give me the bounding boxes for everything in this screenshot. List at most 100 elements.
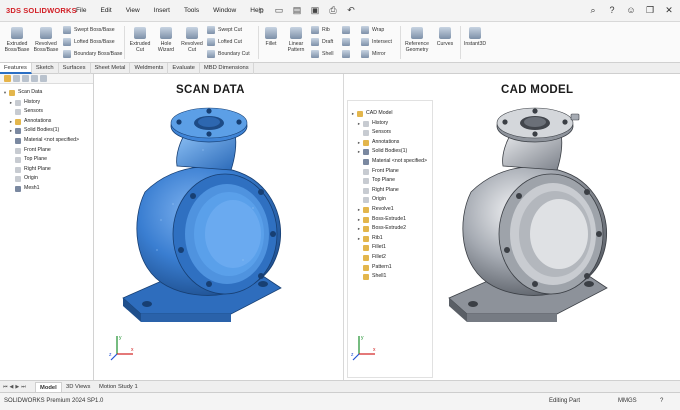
menu-window[interactable]: Window [213, 7, 236, 14]
restore-icon[interactable]: ❐ [645, 5, 655, 15]
revolved-boss-button[interactable]: Revolved Boss/Base [32, 27, 60, 53]
cad-tree-item[interactable]: ▸ Solid Bodies(1) [348, 147, 432, 157]
cad-tree-item[interactable]: Origin [348, 195, 432, 205]
hole-wizard-button[interactable]: Hole Wizard [154, 27, 178, 53]
tree-item[interactable]: Top Plane [0, 155, 93, 165]
undo-icon[interactable]: ↶ [346, 5, 356, 15]
expand-arrow[interactable]: ▸ [356, 205, 362, 215]
instant3d-button[interactable]: Instant3D [462, 27, 488, 47]
tab-model[interactable]: Model [35, 382, 62, 392]
last-tab-icon[interactable]: ⏭ [21, 384, 26, 390]
expand-arrow[interactable]: ▸ [356, 138, 362, 148]
wrap-button[interactable]: Wrap [361, 26, 384, 34]
graphics-area[interactable]: SCAN DATA CAD MODEL y x z ▸ CAD Model ▸ … [95, 74, 680, 380]
split-button[interactable] [342, 50, 353, 58]
extruded-boss-button[interactable]: Extruded Boss/Base [4, 27, 30, 53]
thicken-button[interactable] [342, 38, 353, 46]
boundary-boss-button[interactable]: Boundary Boss/Base [63, 50, 122, 58]
tab-sketch[interactable]: Sketch [32, 63, 59, 74]
tree-item[interactable]: ▸ Annotations [0, 117, 93, 127]
first-tab-icon[interactable]: ⏮ [3, 384, 8, 390]
menu-tools[interactable]: Tools [184, 7, 199, 14]
tab-features[interactable]: Features [0, 63, 32, 74]
save-icon[interactable]: ▣ [310, 5, 320, 15]
menu-file[interactable]: File [76, 7, 86, 14]
tree-item[interactable]: ▸ History [0, 98, 93, 108]
home-icon[interactable]: ⌂ [256, 5, 266, 15]
cad-tree-item[interactable]: ▸ Boss-Extrude2 [348, 224, 432, 234]
swept-boss-button[interactable]: Swept Boss/Base [63, 26, 115, 34]
app-logo[interactable]: 3DS SOLIDWORKS [6, 6, 77, 15]
revolved-cut-button[interactable]: Revolved Cut [180, 27, 204, 53]
tree-item[interactable]: Front Plane [0, 146, 93, 156]
prev-tab-icon[interactable]: ◀ [10, 384, 14, 390]
expand-arrow[interactable]: ▸ [356, 215, 362, 225]
swept-cut-button[interactable]: Swept Cut [207, 26, 242, 34]
boundary-cut-button[interactable]: Boundary Cut [207, 50, 250, 58]
dimxpert-icon[interactable] [31, 75, 38, 82]
menu-insert[interactable]: Insert [154, 7, 170, 14]
tree-item[interactable]: Material <not specified> [0, 136, 93, 146]
expand-arrow[interactable]: ▸ [356, 224, 362, 234]
tab-surfaces[interactable]: Surfaces [59, 63, 91, 74]
cad-tree-item[interactable]: Material <not specified> [348, 157, 432, 167]
shell-button[interactable]: Shell [311, 50, 334, 58]
expand-arrow[interactable]: ▸ [8, 98, 14, 108]
menu-view[interactable]: View [126, 7, 140, 14]
extruded-cut-button[interactable]: Extruded Cut [128, 27, 152, 53]
cad-tree-item[interactable]: Front Plane [348, 167, 432, 177]
mirror-button[interactable]: Mirror [361, 50, 386, 58]
feature-tree-icon[interactable] [4, 75, 11, 82]
close-icon[interactable]: ✕ [664, 5, 674, 15]
rib-button[interactable]: Rib [311, 26, 330, 34]
tree-item[interactable]: Right Plane [0, 165, 93, 175]
lofted-boss-button[interactable]: Lofted Boss/Base [63, 38, 115, 46]
tree-item[interactable]: Origin [0, 174, 93, 184]
display-manager-icon[interactable] [40, 75, 47, 82]
menu-edit[interactable]: Edit [100, 7, 111, 14]
help-icon[interactable]: ? [607, 5, 617, 15]
search-icon[interactable]: ⌕ [588, 5, 598, 15]
help-icon[interactable]: ? [660, 398, 663, 404]
expand-arrow[interactable]: ▸ [8, 117, 14, 127]
tab-3d-views[interactable]: 3D Views [62, 382, 94, 392]
cad-tree-item[interactable]: ▸ Boss-Extrude1 [348, 215, 432, 225]
property-manager-icon[interactable] [13, 75, 20, 82]
viewport-split-divider[interactable] [343, 74, 344, 380]
cad-tree-item[interactable]: Top Plane [348, 176, 432, 186]
new-icon[interactable]: ▭ [274, 5, 284, 15]
tree-root[interactable]: ▾ Scan Data [0, 88, 93, 98]
expand-arrow[interactable]: ▸ [8, 126, 14, 136]
tab-mbd-dimensions[interactable]: MBD Dimensions [200, 63, 254, 74]
tab-motion-study[interactable]: Motion Study 1 [95, 382, 142, 392]
lofted-cut-button[interactable]: Lofted Cut [207, 38, 242, 46]
cad-tree-item[interactable]: ▸ Annotations [348, 138, 432, 148]
curves-button[interactable]: Curves [434, 27, 456, 47]
cad-tree-item[interactable]: ▸ History [348, 119, 432, 129]
tree-item[interactable]: Sensors [0, 107, 93, 117]
reference-geometry-button[interactable]: Reference Geometry [403, 27, 431, 53]
tab-evaluate[interactable]: Evaluate [168, 63, 200, 74]
cad-tree-item[interactable]: Fillet1 [348, 243, 432, 253]
cad-tree-item[interactable]: Fillet2 [348, 253, 432, 263]
next-tab-icon[interactable]: ▶ [15, 384, 19, 390]
tree-item[interactable]: ▸ Solid Bodies(1) [0, 126, 93, 136]
cad-tree-item[interactable]: ▸ Rib1 [348, 234, 432, 244]
tab-sheet-metal[interactable]: Sheet Metal [91, 63, 131, 74]
status-units[interactable]: MMGS [618, 398, 637, 404]
user-icon[interactable]: ☺ [626, 5, 636, 15]
cad-tree-item[interactable]: Sensors [348, 128, 432, 138]
print-icon[interactable]: ⎙ [328, 5, 338, 15]
cad-solid-model[interactable] [437, 100, 651, 340]
tree-item[interactable]: Mesh1 [0, 184, 93, 194]
cad-tree-item[interactable]: Shell1 [348, 272, 432, 282]
cad-tree-item[interactable]: Right Plane [348, 186, 432, 196]
open-icon[interactable]: ▤ [292, 5, 302, 15]
expand-arrow[interactable]: ▸ [356, 119, 362, 129]
intersect-button[interactable]: Intersect [361, 38, 392, 46]
tab-weldments[interactable]: Weldments [130, 63, 169, 74]
draft-button[interactable]: Draft [311, 38, 333, 46]
dome-button[interactable] [342, 26, 353, 34]
scan-mesh-model[interactable] [113, 100, 323, 340]
linear-pattern-button[interactable]: Linear Pattern [284, 27, 308, 53]
